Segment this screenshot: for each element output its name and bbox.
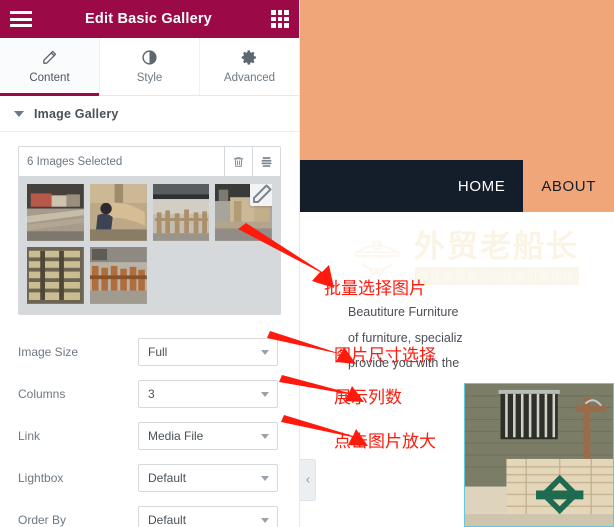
label-lightbox: Lightbox — [18, 470, 64, 485]
label-link: Link — [18, 428, 41, 443]
chevron-down-icon — [261, 433, 269, 439]
select-lightbox[interactable]: Default — [138, 463, 278, 492]
caret-down-icon[interactable] — [14, 110, 24, 117]
watermark: 外贸老船长 专注外贸建站与搜索引擎优化 — [300, 218, 614, 298]
label-columns: Columns — [18, 386, 66, 401]
apps-grid-icon[interactable] — [271, 10, 289, 28]
paragraph-line-1: Beautiture Furniture — [348, 305, 459, 319]
watermark-title: 外贸老船长 — [414, 229, 579, 264]
paragraph-line-3: provide you with the — [348, 356, 460, 371]
select-columns-value: 3 — [148, 386, 155, 401]
section-title: Image Gallery — [34, 106, 119, 121]
site-navbar: HOME ABOUT — [300, 160, 614, 212]
label-order-by: Order By — [18, 512, 67, 527]
select-link-value: Media File — [148, 428, 204, 443]
setting-row-link: Link Media File — [18, 415, 281, 457]
select-image-size-value: Full — [148, 344, 168, 359]
list-item[interactable] — [152, 184, 210, 241]
gallery-control: 6 Images Selected — [0, 132, 299, 315]
gallery-count-label: 6 Images Selected — [27, 155, 123, 168]
hero-banner — [300, 0, 614, 160]
panel-tabs: Content Style Advanced — [0, 38, 299, 96]
trash-icon[interactable] — [224, 147, 252, 176]
select-lightbox-value: Default — [148, 470, 187, 485]
site-preview: HOME ABOUT 外贸老船长 专注外贸建站与搜索引擎优化 Beautitur… — [300, 0, 614, 527]
contrast-icon — [141, 49, 158, 66]
select-image-size[interactable]: Full — [138, 337, 278, 366]
select-columns[interactable]: 3 — [138, 379, 278, 408]
screen-root: Edit Basic Gallery Content Style Advance… — [0, 0, 614, 527]
gallery-thumbnails — [19, 176, 280, 314]
editor-panel: Edit Basic Gallery Content Style Advance… — [0, 0, 300, 527]
setting-row-order-by: Order By Default — [18, 499, 281, 527]
chevron-down-icon — [261, 517, 269, 523]
page-title: Edit Basic Gallery — [85, 11, 212, 27]
nav-item-home[interactable]: HOME — [440, 160, 523, 212]
gallery-stack-icon[interactable] — [252, 147, 280, 176]
gear-icon — [241, 49, 258, 66]
list-item[interactable] — [27, 184, 84, 241]
tab-content[interactable]: Content — [0, 38, 100, 96]
setting-row-lightbox: Lightbox Default — [18, 457, 281, 499]
list-item[interactable] — [215, 184, 272, 241]
setting-row-columns: Columns 3 — [18, 373, 281, 415]
list-item[interactable] — [27, 246, 84, 304]
select-order-by[interactable]: Default — [138, 505, 278, 527]
tab-style-label: Style — [136, 72, 163, 84]
tab-style[interactable]: Style — [100, 38, 200, 95]
setting-row-image-size: Image Size Full — [18, 331, 281, 373]
preview-paragraph: Beautiture Furniture of furniture, speci… — [348, 300, 614, 377]
captain-face-icon — [354, 240, 400, 277]
list-item[interactable] — [89, 184, 147, 241]
thumbnail-edit-button[interactable] — [250, 184, 272, 206]
chevron-down-icon — [261, 391, 269, 397]
preview-image[interactable] — [464, 383, 614, 527]
pencil-icon — [41, 49, 58, 66]
panel-collapse-handle[interactable] — [300, 459, 316, 501]
tab-content-label: Content — [29, 72, 70, 84]
paragraph-line-2: of furniture, specializ — [348, 330, 463, 345]
nav-item-about[interactable]: ABOUT — [523, 160, 614, 212]
watermark-text: 外贸老船长 专注外贸建站与搜索引擎优化 — [414, 231, 579, 285]
list-item[interactable] — [89, 246, 147, 304]
section-image-gallery[interactable]: Image Gallery — [0, 96, 299, 132]
settings-rows: Image Size Full Columns 3 Link Media Fil… — [0, 315, 299, 527]
watermark-subtitle: 专注外贸建站与搜索引擎优化 — [414, 267, 579, 285]
chevron-down-icon — [261, 349, 269, 355]
select-order-by-value: Default — [148, 512, 187, 527]
chevron-down-icon — [261, 475, 269, 481]
tab-advanced[interactable]: Advanced — [200, 38, 299, 95]
chevron-left-icon — [305, 477, 309, 483]
panel-header: Edit Basic Gallery — [0, 0, 299, 38]
gallery-toolbar: 6 Images Selected — [19, 147, 280, 176]
gallery-box: 6 Images Selected — [18, 146, 281, 315]
label-image-size: Image Size — [18, 344, 79, 359]
select-link[interactable]: Media File — [138, 421, 278, 450]
tab-advanced-label: Advanced — [223, 72, 276, 84]
preview-body: 外贸老船长 专注外贸建站与搜索引擎优化 Beautiture Furniture… — [300, 212, 614, 527]
